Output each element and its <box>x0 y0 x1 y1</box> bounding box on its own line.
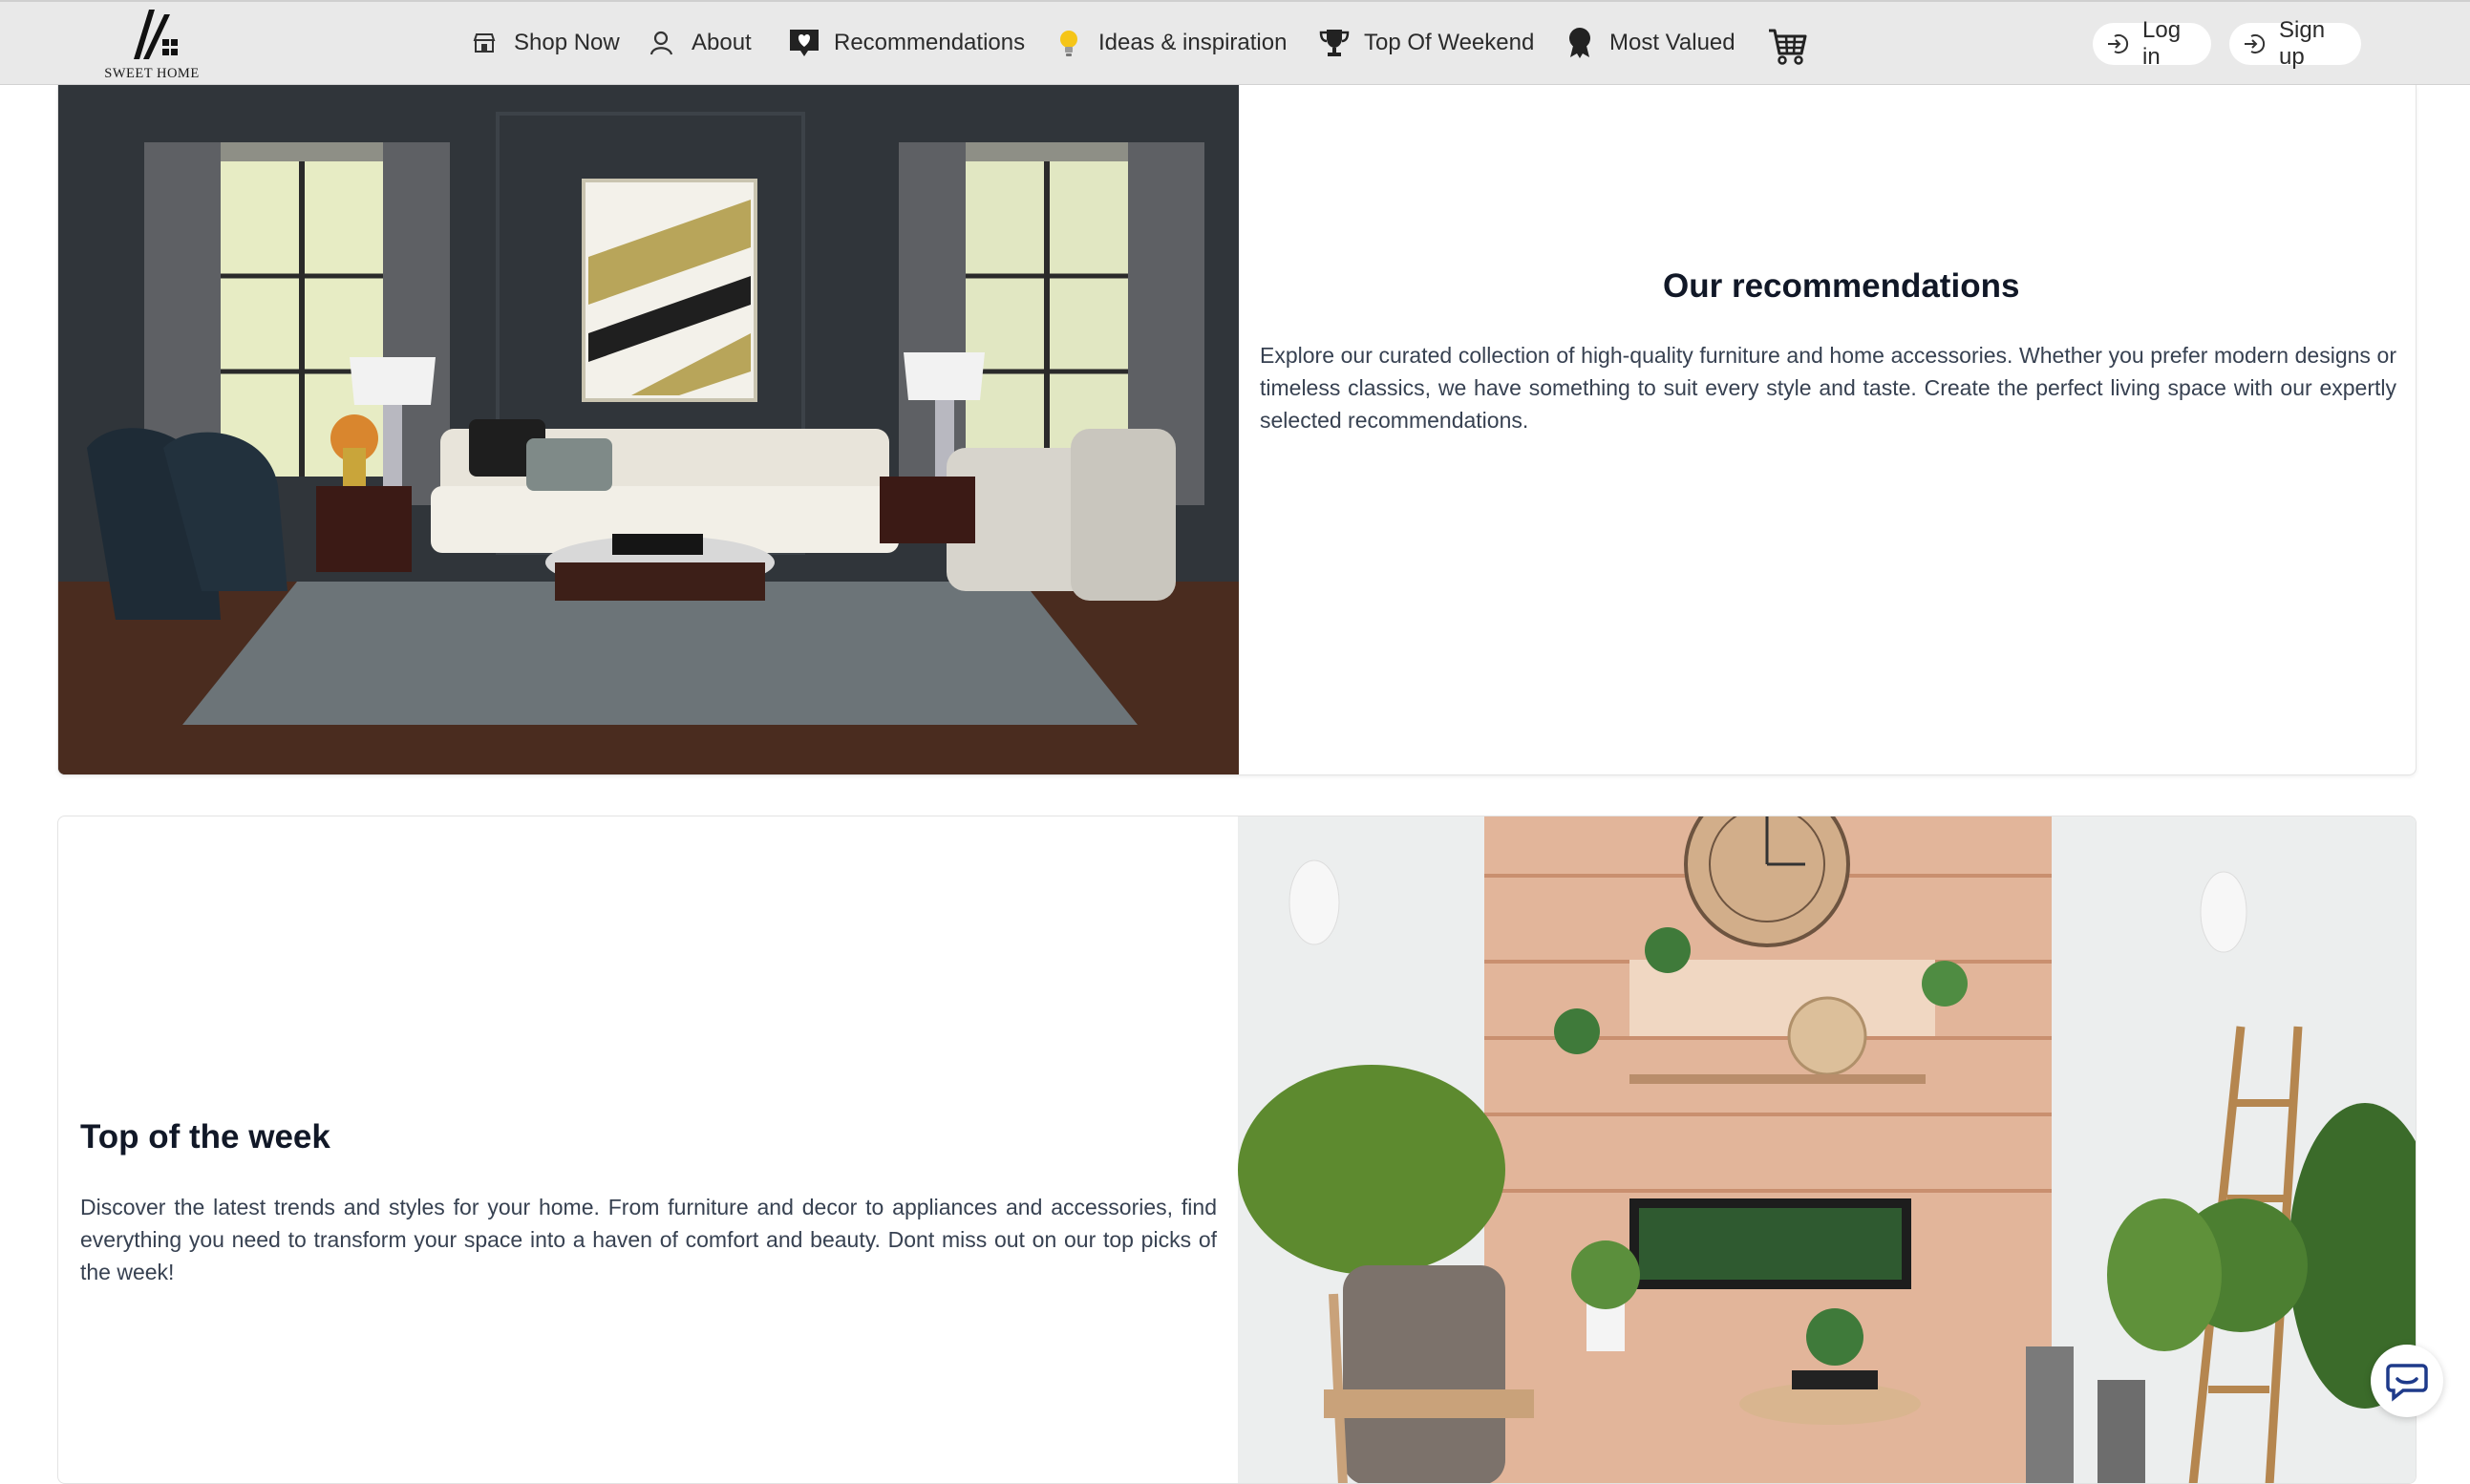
login-button[interactable]: Log in <box>2093 17 2211 70</box>
brand-name: SWEET HOME <box>104 66 200 81</box>
login-label: Log in <box>2142 17 2182 70</box>
recommendations-description: Explore our curated collection of high-q… <box>1260 343 2396 433</box>
top-navbar: SWEET HOME Shop Now About Recommendation… <box>0 0 2470 85</box>
nav-ideas-inspiration[interactable]: Ideas & inspiration <box>1053 21 1287 65</box>
login-icon <box>2106 32 2129 55</box>
plant-room-image <box>1238 816 2416 1483</box>
cart-icon[interactable] <box>1767 25 1809 67</box>
logo-mark-icon <box>134 10 178 59</box>
nav-shop-now[interactable]: Shop Now <box>468 21 620 65</box>
heart-chat-icon <box>788 27 820 59</box>
top-week-title: Top of the week <box>80 1118 330 1155</box>
person-icon <box>646 27 678 59</box>
nav-recommendations-label: Recommendations <box>834 30 1026 55</box>
top-week-card: Top of the week Discover the latest tren… <box>57 816 2417 1484</box>
nav-top-of-weekend[interactable]: Top Of Weekend <box>1318 21 1534 65</box>
signup-icon <box>2243 32 2266 55</box>
nav-most-valued[interactable]: Most Valued <box>1564 21 1735 65</box>
lightbulb-icon <box>1053 27 1085 59</box>
nav-recommendations[interactable]: Recommendations <box>788 21 1025 65</box>
nav-ideas-label: Ideas & inspiration <box>1098 30 1288 55</box>
trophy-icon <box>1318 27 1351 59</box>
signup-label: Sign up <box>2279 17 2326 70</box>
living-room-image <box>58 85 1239 774</box>
recommendations-card: Our recommendations Explore our curated … <box>57 85 2417 775</box>
award-icon <box>1564 27 1596 59</box>
chat-support-button[interactable] <box>2371 1345 2443 1417</box>
nav-most-valued-label: Most Valued <box>1609 30 1735 55</box>
nav-about-label: About <box>692 30 752 55</box>
signup-button[interactable]: Sign up <box>2229 17 2361 70</box>
brand-logo[interactable]: SWEET HOME <box>99 7 204 83</box>
nav-top-weekend-label: Top Of Weekend <box>1364 30 1535 55</box>
recommendations-text: Our recommendations Explore our curated … <box>1260 85 2396 774</box>
nav-about[interactable]: About <box>646 21 752 65</box>
recommendations-title: Our recommendations <box>1663 267 2020 305</box>
top-week-text: Top of the week Discover the latest tren… <box>80 816 1217 1483</box>
nav-shop-now-label: Shop Now <box>514 30 620 55</box>
store-icon <box>468 27 500 59</box>
top-week-description: Discover the latest trends and styles fo… <box>80 1195 1217 1284</box>
chat-icon <box>2386 1364 2428 1402</box>
